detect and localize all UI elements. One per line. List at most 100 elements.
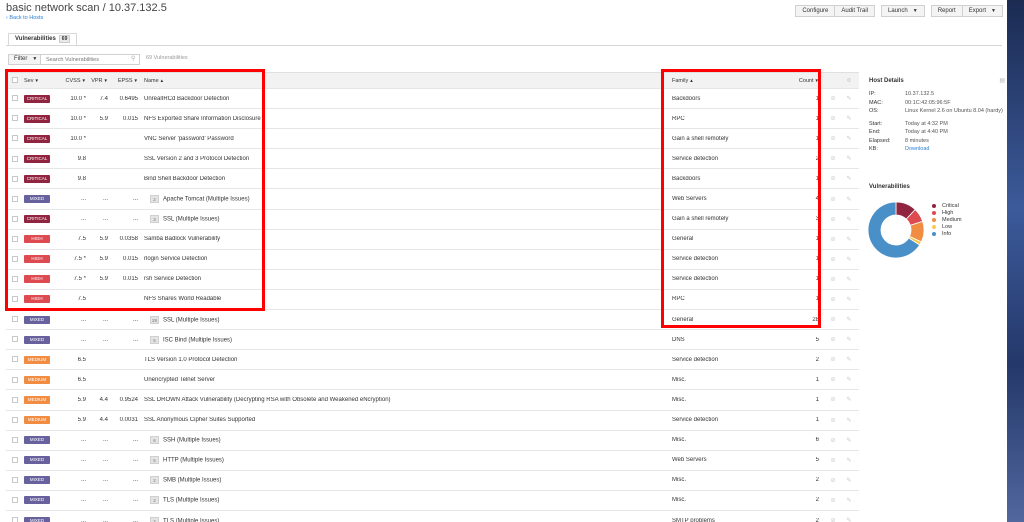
snooze-icon[interactable]: ⊘ (827, 276, 839, 283)
row-checkbox[interactable] (12, 497, 18, 504)
export-button[interactable]: Export ▼ (962, 5, 1003, 17)
name-cell[interactable]: Samba Badlock Vulnerability (142, 236, 668, 242)
table-row[interactable]: HIGH 7.5 NFS Shares World Readable RPC 1 ⊘ ✎ (6, 289, 859, 311)
snooze-icon[interactable]: ⊘ (827, 517, 839, 522)
snooze-icon[interactable]: ⊘ (827, 115, 839, 122)
col-name[interactable]: Name▲ (142, 78, 668, 84)
collapse-icon[interactable]: ▤ (999, 77, 1005, 84)
edit-icon[interactable]: ✎ (839, 437, 859, 444)
edit-icon[interactable]: ✎ (839, 396, 859, 403)
snooze-icon[interactable]: ⊘ (827, 417, 839, 424)
edit-icon[interactable]: ✎ (839, 135, 859, 142)
snooze-icon[interactable]: ⊘ (827, 236, 839, 243)
name-cell[interactable]: 2 TLS (Multiple Issues) (142, 516, 668, 522)
edit-icon[interactable]: ✎ (839, 175, 859, 182)
name-cell[interactable]: 3 SSL (Multiple Issues) (142, 215, 668, 224)
snooze-icon[interactable]: ⊘ (827, 296, 839, 303)
table-row[interactable]: HIGH 7.5 5.9 0.0358 Samba Badlock Vulnerabil… (6, 229, 859, 250)
edit-icon[interactable]: ✎ (839, 477, 859, 484)
name-cell[interactable]: UnrealIRCd Backdoor Detection (142, 96, 668, 102)
row-checkbox[interactable] (12, 396, 18, 403)
table-row[interactable]: MIXED......... 2 SMB (Multiple Issues) Misc… (6, 470, 859, 491)
name-cell[interactable]: NFS Exported Share Information Disclosur… (142, 116, 668, 122)
snooze-icon[interactable]: ⊘ (827, 256, 839, 263)
download-link[interactable]: Download (905, 145, 1005, 154)
row-checkbox[interactable] (12, 517, 18, 522)
table-row[interactable]: MIXED......... 2 TLS (Multiple Issues) Misc… (6, 490, 859, 511)
snooze-icon[interactable]: ⊘ (827, 497, 839, 504)
row-checkbox[interactable] (12, 436, 18, 443)
row-checkbox[interactable] (12, 235, 18, 242)
name-cell[interactable]: rlogin Service Detection (142, 256, 668, 262)
table-row[interactable]: MEDIUM 5.9 4.4 0.0031 SSL Anonymous Cipher S… (6, 410, 859, 431)
snooze-icon[interactable]: ⊘ (827, 336, 839, 343)
snooze-icon[interactable]: ⊘ (827, 396, 839, 403)
snooze-icon[interactable]: ⊘ (827, 376, 839, 383)
table-row[interactable]: MIXED......... 2 TLS (Multiple Issues) SMTP… (6, 510, 859, 522)
col-sev[interactable]: Sev▼ (24, 78, 62, 84)
table-row[interactable]: CRITICAL 10.0 * 5.9 0.015 NFS Exported Share… (6, 109, 859, 130)
snooze-icon[interactable]: ⊘ (827, 457, 839, 464)
table-row[interactable]: MEDIUM 5.9 4.4 0.9524 SSL DROWN Attack Vulne… (6, 390, 859, 411)
name-cell[interactable]: VNC Server 'password' Password (142, 136, 668, 142)
table-row[interactable]: CRITICAL 10.0 * 7.4 0.6495 UnrealIRCd Backdo… (6, 89, 859, 110)
edit-icon[interactable]: ✎ (839, 236, 859, 243)
edit-icon[interactable]: ✎ (839, 356, 859, 363)
row-checkbox[interactable] (12, 376, 18, 383)
audit-trail-button[interactable]: Audit Trail (835, 5, 876, 17)
col-settings[interactable]: ⚙ (839, 78, 859, 84)
table-row[interactable]: CRITICAL 10.0 * VNC Server 'password' Pass… (6, 129, 859, 150)
name-cell[interactable]: SSL Version 2 and 3 Protocol Detection (142, 156, 668, 162)
table-row[interactable]: MEDIUM 6.5 Unencrypted Telnet Server Misc. 1… (6, 370, 859, 391)
name-cell[interactable]: 2 SMB (Multiple Issues) (142, 476, 668, 485)
edit-icon[interactable]: ✎ (839, 376, 859, 383)
row-checkbox[interactable] (12, 195, 18, 202)
search-icon[interactable]: ⚲ (131, 55, 135, 62)
name-cell[interactable]: 5 HTTP (Multiple Issues) (142, 456, 668, 465)
row-checkbox[interactable] (12, 456, 18, 463)
filter-button[interactable]: Filter ▼ (8, 54, 44, 65)
edit-icon[interactable]: ✎ (839, 115, 859, 122)
snooze-icon[interactable]: ⊘ (827, 155, 839, 162)
snooze-icon[interactable]: ⊘ (827, 437, 839, 444)
edit-icon[interactable]: ✎ (839, 417, 859, 424)
table-row[interactable]: MIXED......... 6 SSH (Multiple Issues) Misc… (6, 430, 859, 451)
edit-icon[interactable]: ✎ (839, 296, 859, 303)
select-all-checkbox[interactable] (12, 77, 18, 84)
name-cell[interactable]: Unencrypted Telnet Server (142, 377, 668, 383)
table-row[interactable]: CRITICAL 9.8 SSL Version 2 and 3 Protocol … (6, 149, 859, 170)
row-checkbox[interactable] (12, 316, 18, 323)
table-row[interactable]: MIXED......... 5 ISC Bind (Multiple Issues… (6, 330, 859, 351)
name-cell[interactable]: Bind Shell Backdoor Detection (142, 176, 668, 182)
name-cell[interactable]: TLS Version 1.0 Protocol Detection (142, 357, 668, 363)
edit-icon[interactable]: ✎ (839, 256, 859, 263)
col-vpr[interactable]: VPR▼ (90, 78, 110, 84)
edit-icon[interactable]: ✎ (839, 457, 859, 464)
name-cell[interactable]: SSL DROWN Attack Vulnerability (Decrypti… (142, 397, 668, 403)
col-cvss[interactable]: CVSS▼ (62, 78, 90, 84)
severity-donut-chart[interactable] (866, 200, 926, 260)
table-row[interactable]: MEDIUM 6.5 TLS Version 1.0 Protocol Detect… (6, 350, 859, 371)
edit-icon[interactable]: ✎ (839, 216, 859, 223)
launch-button[interactable]: Launch ▼ (881, 5, 925, 17)
snooze-icon[interactable]: ⊘ (827, 216, 839, 223)
row-checkbox[interactable] (12, 336, 18, 343)
name-cell[interactable]: SSL Anonymous Cipher Suites Supported (142, 417, 668, 423)
table-row[interactable]: CRITICAL......... 3 SSL (Multiple Issues) G… (6, 209, 859, 230)
row-checkbox[interactable] (12, 416, 18, 423)
table-row[interactable]: MIXED......... 5 HTTP (Multiple Issues) Web… (6, 450, 859, 471)
name-cell[interactable]: rsh Service Detection (142, 276, 668, 282)
row-checkbox[interactable] (12, 296, 18, 303)
edit-icon[interactable]: ✎ (839, 155, 859, 162)
search-input[interactable] (40, 54, 140, 65)
edit-icon[interactable]: ✎ (839, 276, 859, 283)
row-checkbox[interactable] (12, 95, 18, 102)
back-to-hosts-link[interactable]: ‹ Back to Hosts (6, 15, 43, 21)
table-row[interactable]: MIXED......... 28 SSL (Multiple Issues) Gen… (6, 310, 859, 331)
table-row[interactable]: HIGH 7.5 * 5.9 0.015 rlogin Service Detectio… (6, 249, 859, 270)
report-button[interactable]: Report (930, 5, 963, 17)
row-checkbox[interactable] (12, 256, 18, 262)
snooze-icon[interactable]: ⊘ (827, 196, 839, 203)
snooze-icon[interactable]: ⊘ (827, 135, 839, 142)
snooze-icon[interactable]: ⊘ (827, 316, 839, 323)
